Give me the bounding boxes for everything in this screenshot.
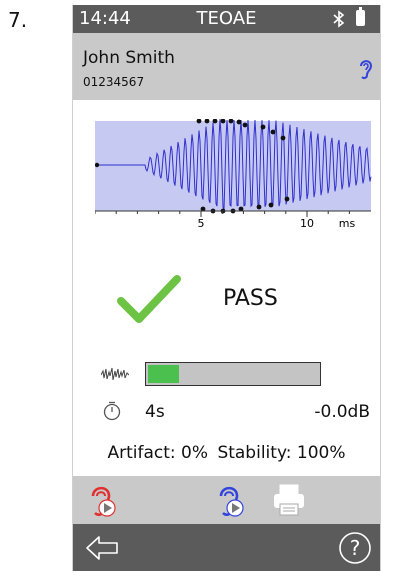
stability-stat: Stability: 100%	[217, 443, 346, 463]
x-tick-label-10: 10	[300, 217, 314, 230]
test-stats: Artifact: 0% Stability: 100%	[73, 443, 380, 463]
nav-bar: ?	[73, 524, 380, 571]
result-label: PASS	[223, 286, 278, 311]
patient-header: John Smith 01234567	[73, 33, 380, 100]
printer-icon[interactable]	[269, 482, 309, 518]
right-ear-icon	[360, 60, 373, 80]
action-bar	[73, 476, 380, 524]
peak-dot	[236, 119, 242, 125]
artifact-stat: Artifact: 0%	[107, 443, 209, 463]
peak-dot	[270, 129, 276, 135]
patient-id: 01234567	[83, 75, 145, 89]
battery-icon	[356, 7, 365, 26]
peak-dot	[260, 124, 266, 130]
device-screen: 14:44 TEOAE John Smith 01234567 5 10 ms …	[72, 5, 381, 571]
teoae-waveform-plot: 5 10 ms	[95, 119, 372, 230]
right-ear-play-icon[interactable]	[211, 482, 251, 518]
patient-name: John Smith	[83, 48, 175, 68]
start-marker	[95, 162, 100, 168]
peak-dot	[284, 196, 290, 202]
peak-dot	[256, 204, 262, 210]
pass-check-icon	[117, 275, 181, 323]
peak-dot	[242, 122, 248, 128]
help-icon[interactable]: ?	[335, 530, 375, 566]
peak-dot	[268, 202, 274, 208]
response-level: -0.0dB	[314, 402, 370, 422]
status-bar: 14:44 TEOAE	[73, 5, 380, 33]
noise-level-bar	[145, 362, 321, 386]
step-number: 7.	[8, 8, 28, 32]
x-axis-unit: ms	[339, 217, 356, 230]
noise-level-fill	[148, 365, 179, 383]
back-arrow-icon[interactable]	[83, 530, 123, 566]
left-ear-play-icon[interactable]	[85, 482, 125, 518]
bluetooth-icon	[333, 10, 345, 28]
svg-text:?: ?	[350, 536, 361, 560]
peak-dot	[280, 135, 286, 141]
x-tick-label-5: 5	[198, 217, 205, 230]
stopwatch-icon	[103, 401, 121, 421]
test-duration: 4s	[145, 402, 165, 422]
noise-icon	[101, 367, 129, 381]
